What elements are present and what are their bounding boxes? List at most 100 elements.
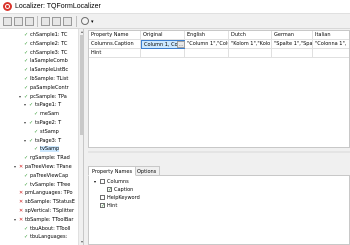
title-bar: Localizer: TQFormLocalizer (0, 0, 350, 14)
tree-node-label: tsPage3: T (35, 137, 62, 144)
table-cell[interactable]: "Kolom 1","Kolo (229, 40, 272, 49)
tree-node[interactable]: ✓ tbuLanguages: (19, 233, 67, 241)
property-node-label: HelpKeyword (107, 195, 140, 201)
checkbox[interactable] (100, 195, 105, 200)
tree-node-label: tsPage1: T (35, 102, 62, 109)
tree-node[interactable]: ✓ lbSample: TList (19, 75, 68, 83)
tree-node-label: pmLanguages: TPo (25, 190, 73, 197)
table-cell[interactable]: "Spalte 1","Spal (272, 40, 313, 49)
tree-scrollbar[interactable]: ▴ ▾ (78, 29, 83, 245)
chevron-down-icon: ▾ (91, 19, 94, 25)
tree-node[interactable]: ✓ paTreeViewCap (19, 172, 68, 180)
tree-node-label: chSample3: TC (30, 49, 68, 56)
checkbox[interactable] (107, 186, 112, 194)
property-node-label: Columns (107, 179, 129, 185)
tree-node-label: tbuLanguages: (30, 234, 68, 241)
table-cell[interactable]: "Column 1","Colu (185, 40, 229, 49)
column-header[interactable]: English (185, 31, 229, 40)
tree-node[interactable]: ✓ meSam (29, 110, 59, 118)
tree-node[interactable]: ✓ laSampleComb (19, 57, 68, 65)
table-cell[interactable] (272, 49, 313, 58)
language-dropdown[interactable]: ▾ (80, 16, 98, 27)
window-title: Localizer: TQFormLocalizer (15, 3, 101, 10)
scroll-thumb[interactable] (80, 35, 83, 135)
tree-node-label: paTreeView: TPane (25, 164, 72, 170)
open-icon[interactable] (14, 17, 23, 26)
ellipsis-button[interactable]: ... (177, 41, 185, 48)
tree-node[interactable]: ✓ tvSamp (29, 145, 60, 153)
tree-node[interactable]: ▾ ✓ tsPage3: T (24, 137, 61, 145)
app-logo-icon (3, 2, 12, 11)
tree-node[interactable]: ✓ paSampleContr (19, 84, 69, 92)
tree-node[interactable]: ✕ sbSample: TStatusE (14, 198, 75, 206)
table-cell[interactable] (313, 49, 349, 58)
component-tree[interactable]: ✓ chSample1: TC ✓ chSample2: TC ✓ chSample3: … (0, 29, 84, 245)
tree-node-label: tvSample: TTree (30, 181, 71, 188)
tree-node-label: sbSample: TStatusE (25, 199, 75, 206)
checkbox[interactable] (100, 202, 105, 210)
tree-node[interactable]: ✓ stSamp (29, 128, 59, 136)
tree-node-label: pcSample: TPa (30, 93, 67, 100)
new-icon[interactable] (3, 17, 12, 26)
property-node[interactable]: ▾ Columns (94, 178, 129, 186)
toolbar: ▾ (0, 14, 350, 29)
tree-node-label: chSample2: TC (30, 40, 68, 47)
tree-node[interactable]: ▾ ✓ tsPage1: T (24, 101, 61, 109)
tree-node[interactable]: ✓ rgSample: TRad (19, 154, 70, 162)
toolbar-separator (76, 16, 77, 27)
tree-node[interactable]: ✓ laSampleListBc (19, 66, 68, 74)
tree-node[interactable]: ✕ pmLanguages: TPo (14, 189, 73, 197)
table-cell[interactable]: "Colonna 1", (313, 40, 349, 49)
tree-node[interactable]: ✓ chSample2: TC (19, 40, 67, 48)
paste-icon[interactable] (63, 17, 72, 26)
tree-node[interactable]: ✓ tbuAbout: TToolI (19, 225, 71, 233)
cut-icon[interactable] (41, 17, 50, 26)
property-node-label: Caption (114, 187, 134, 193)
property-node[interactable]: Hint (94, 202, 117, 210)
translation-grid[interactable]: Property Name Original English Dutch Ger… (88, 30, 350, 148)
grid-header: Property Name Original English Dutch Ger… (89, 31, 349, 40)
tree-node[interactable]: ▾ ✕ tbSample: TToolBar (14, 216, 73, 224)
table-cell[interactable] (229, 49, 272, 58)
save-icon[interactable] (25, 17, 34, 26)
tree-node-label: spVertical: TSplitter (25, 208, 75, 214)
tree-node[interactable]: ✓ chSample3: TC (19, 49, 67, 57)
column-header[interactable]: Original (141, 31, 185, 40)
copy-icon[interactable] (52, 17, 61, 26)
property-node[interactable]: Caption (101, 186, 133, 194)
tree-node[interactable]: ▾ ✕ paTreeView: TPane (14, 163, 72, 171)
table-row: Columns.Caption Column 1, Colu "Column 1… (89, 40, 349, 49)
tree-node[interactable]: ▾ ✓ pcSample: TPa (19, 93, 67, 101)
tree-node[interactable]: ✓ tvSample: TTree (19, 181, 70, 189)
tree-node-label: stSamp (40, 128, 59, 135)
property-node[interactable]: HelpKeyword (94, 194, 140, 202)
table-cell[interactable]: Hint (89, 49, 141, 58)
table-cell[interactable] (185, 49, 229, 58)
tree-node[interactable]: ▾ ✓ tsPage2: T (24, 119, 61, 127)
tree-nodes: ✓ chSample1: TC ✓ chSample2: TC ✓ chSample3: … (0, 29, 78, 245)
tree-node-label: tvSamp (40, 146, 60, 153)
property-names-tree[interactable]: ▾ColumnsCaption HelpKeyword Hint (88, 175, 350, 245)
tree-node-label: rgSample: TRad (30, 155, 70, 162)
tree-node-label: paSampleContr (30, 84, 69, 91)
globe-icon (81, 17, 89, 25)
tree-node-label: meSam (40, 111, 60, 118)
table-row: Hint (89, 49, 349, 58)
column-header[interactable]: Italian (313, 31, 349, 40)
tree-node-label: laSampleComb (30, 58, 68, 65)
checkbox[interactable] (100, 179, 105, 184)
column-header[interactable]: Dutch (229, 31, 272, 40)
table-cell[interactable]: Columns.Caption (89, 40, 141, 49)
property-node-label: Hint (107, 203, 118, 209)
table-cell[interactable] (141, 49, 185, 58)
tree-node-label: laSampleListBc (30, 67, 69, 74)
tab-property-names[interactable]: Property Names (88, 166, 137, 176)
tree-node-label: paTreeViewCap (30, 172, 69, 179)
column-header[interactable]: German (272, 31, 313, 40)
column-header[interactable]: Property Name (89, 31, 141, 40)
tree-node[interactable]: ✓ chSample1: TC (19, 31, 67, 39)
scroll-down-icon[interactable]: ▾ (79, 239, 83, 245)
tree-node[interactable]: ✕ spVertical: TSplitter (14, 207, 74, 215)
tree-node-label: chSample1: TC (30, 32, 68, 38)
horizontal-splitter[interactable] (88, 151, 350, 153)
